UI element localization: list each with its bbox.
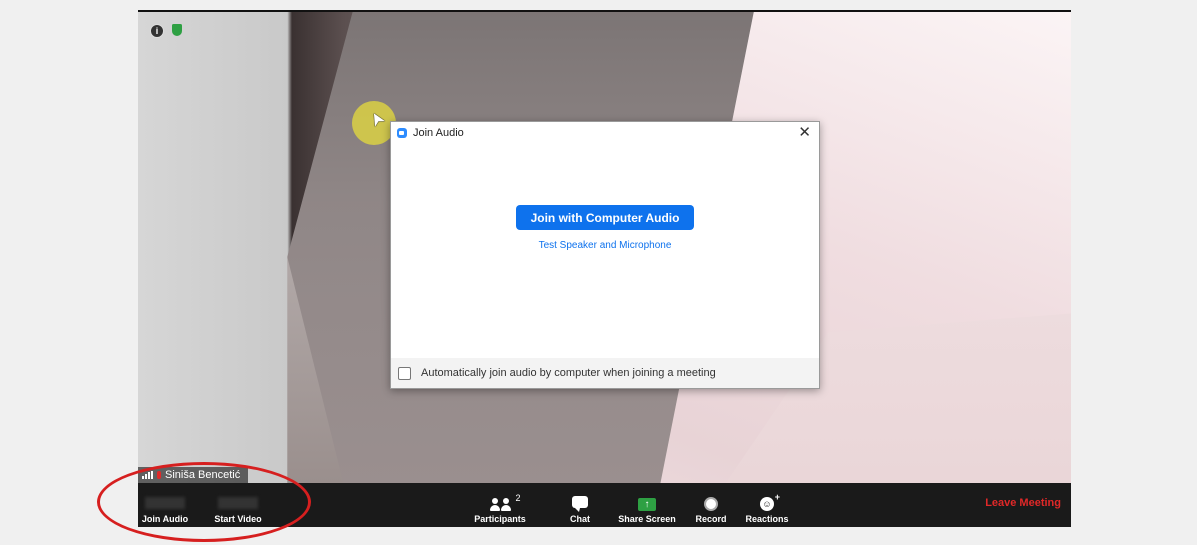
signal-strength-icon	[142, 471, 153, 479]
auto-join-label[interactable]: Automatically join audio by computer whe…	[421, 367, 716, 379]
participants-icon: 2	[489, 493, 521, 511]
close-icon[interactable]: ✕	[798, 124, 811, 142]
record-button[interactable]: Record	[692, 483, 730, 527]
chat-icon	[572, 496, 588, 512]
auto-join-checkbox[interactable]	[398, 366, 411, 380]
join-audio-label: Join Audio	[141, 514, 189, 524]
join-audio-button[interactable]: Join Audio	[142, 483, 188, 527]
share-screen-button[interactable]: ↑ Share Screen	[618, 483, 676, 527]
start-video-label: Start Video	[214, 514, 262, 524]
join-computer-audio-button[interactable]: Join with Computer Audio	[516, 205, 694, 230]
participants-label: Participants	[474, 514, 526, 524]
encryption-shield-icon[interactable]	[172, 24, 182, 36]
participant-name-tag: Siniša Bencetić	[138, 467, 249, 483]
start-video-button[interactable]: Start Video	[210, 483, 266, 527]
video-camera-icon	[218, 497, 258, 509]
record-label: Record	[695, 514, 727, 524]
muted-mic-icon	[157, 471, 161, 479]
headphone-icon	[145, 497, 185, 509]
dialog-footer: Automatically join audio by computer whe…	[391, 358, 819, 388]
share-screen-icon: ↑	[638, 498, 656, 511]
chat-label: Chat	[570, 514, 590, 524]
record-icon	[704, 497, 718, 511]
reactions-icon: ☺	[760, 490, 780, 511]
dialog-titlebar: Join Audio ✕	[391, 122, 819, 144]
chat-button[interactable]: Chat	[562, 483, 598, 527]
reactions-button[interactable]: ☺ Reactions	[742, 483, 792, 527]
zoom-meeting-window: i ➤ Siniša Bencetić Join Audio ✕ Join wi…	[138, 10, 1071, 527]
meeting-info-icon[interactable]: i	[150, 24, 164, 38]
participant-count: 2	[515, 493, 521, 503]
reactions-label: Reactions	[745, 514, 789, 524]
participants-button[interactable]: 2 Participants	[472, 483, 528, 527]
share-screen-label: Share Screen	[618, 514, 676, 524]
dialog-title: Join Audio	[413, 127, 464, 139]
meeting-toolbar: Join Audio Start Video 2 Participants Ch…	[138, 483, 1071, 527]
meeting-status-icons: i	[150, 24, 182, 38]
participant-name: Siniša Bencetić	[165, 469, 241, 481]
test-speaker-link[interactable]: Test Speaker and Microphone	[391, 240, 819, 251]
zoom-logo-icon	[397, 128, 407, 138]
leave-meeting-button[interactable]: Leave Meeting	[985, 497, 1061, 509]
join-audio-dialog: Join Audio ✕ Join with Computer Audio Te…	[390, 121, 820, 389]
